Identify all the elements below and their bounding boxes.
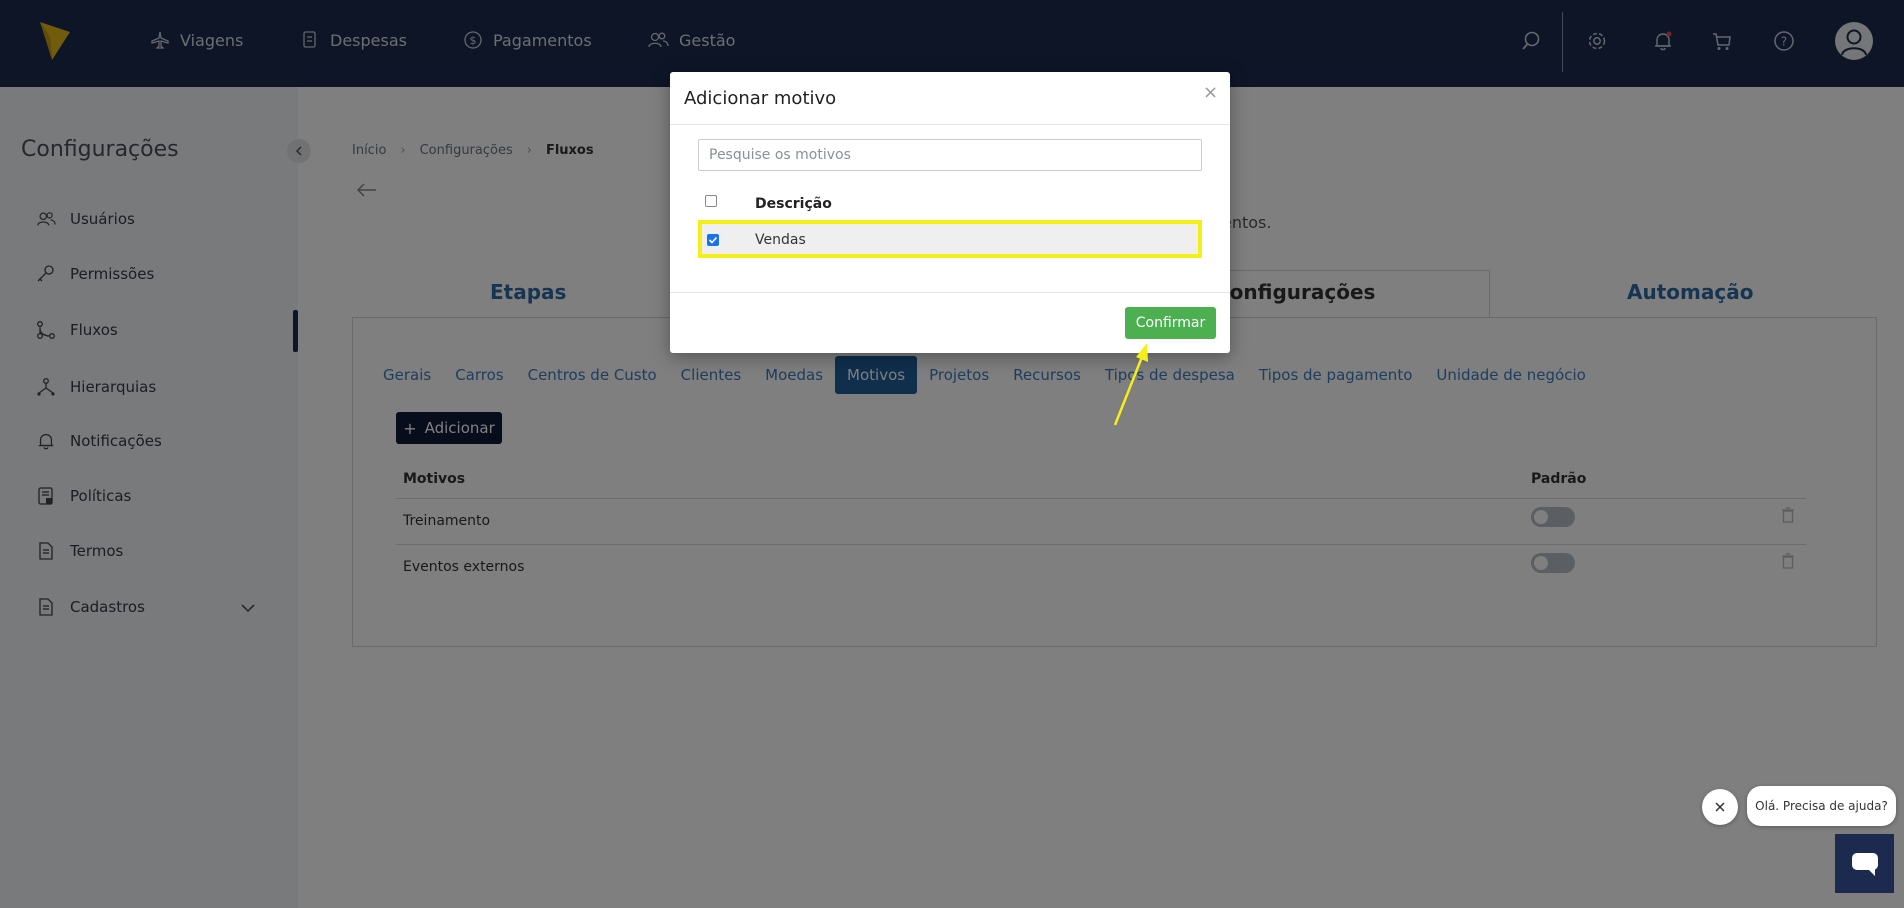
chat-greeting[interactable]: Olá. Precisa de ajuda? xyxy=(1747,786,1896,826)
row-label: Vendas xyxy=(755,232,806,248)
add-reason-modal: Adicionar motivo × Descrição Vendas Conf… xyxy=(670,72,1230,353)
modal-divider xyxy=(670,292,1230,293)
search-input[interactable] xyxy=(698,139,1202,171)
close-icon[interactable]: × xyxy=(1203,82,1218,103)
modal-divider xyxy=(670,124,1230,125)
list-item[interactable]: Vendas xyxy=(698,220,1202,258)
close-icon xyxy=(1715,802,1725,812)
chat-dismiss-button[interactable] xyxy=(1702,789,1738,825)
chat-icon xyxy=(1851,852,1878,876)
check-icon xyxy=(708,236,718,244)
confirm-button[interactable]: Confirmar xyxy=(1125,307,1216,339)
chat-launcher-button[interactable] xyxy=(1835,834,1894,893)
row-checkbox[interactable] xyxy=(707,234,719,246)
column-header-descricao: Descrição xyxy=(755,196,832,212)
modal-title: Adicionar motivo xyxy=(684,88,837,109)
select-all-checkbox[interactable] xyxy=(705,195,717,207)
annotation-arrow-icon xyxy=(1113,343,1148,426)
